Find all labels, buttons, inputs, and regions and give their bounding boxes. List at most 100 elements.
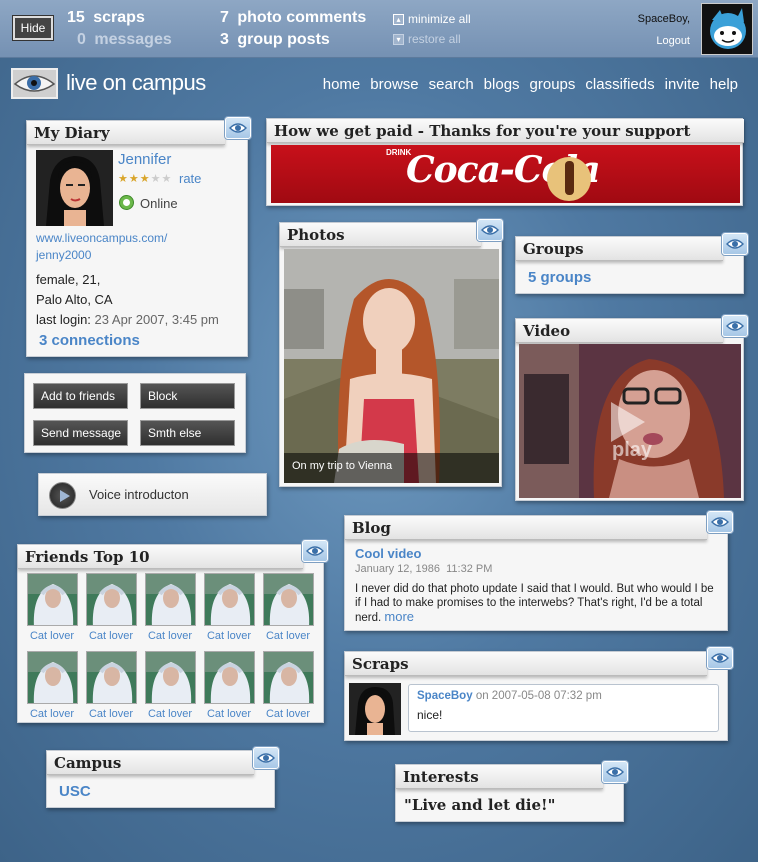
friend-thumbnail[interactable] [27, 573, 78, 626]
friend-name[interactable]: Cat lover [142, 630, 198, 642]
photo-comments-label: photo comments [237, 9, 367, 26]
minimize-all-label: minimize all [408, 12, 471, 26]
block-button[interactable]: Block [140, 383, 235, 409]
eye-icon[interactable] [302, 540, 328, 562]
profile-photo[interactable] [36, 150, 113, 226]
eye-icon[interactable] [707, 511, 733, 533]
rating-stars[interactable]: ★★★★★ [118, 172, 172, 185]
friend-name[interactable]: Cat lover [201, 708, 257, 720]
messages-label: messages [94, 31, 172, 48]
logo-text[interactable]: live on campus [66, 70, 206, 96]
profile-name[interactable]: Jennifer [118, 151, 171, 168]
panel-title: Groups [516, 237, 723, 261]
scrap-author[interactable]: SpaceBoy [417, 690, 473, 702]
eye-icon[interactable] [722, 315, 748, 337]
nav-blogs[interactable]: blogs [484, 76, 520, 93]
nav-invite[interactable]: invite [665, 76, 700, 93]
profile-info-gender-age: female, 21, [36, 272, 101, 287]
nav-classifieds[interactable]: classifieds [585, 76, 654, 93]
eye-icon[interactable] [707, 647, 733, 669]
photo-image[interactable]: On my trip to Vienna [284, 249, 499, 483]
profile-url-line2[interactable]: jenny2000 [36, 248, 91, 262]
eye-icon[interactable] [253, 747, 279, 769]
friend-thumbnail[interactable] [204, 651, 255, 704]
minimize-all-button[interactable]: ▴ minimize all [393, 12, 471, 26]
friend-thumbnail[interactable] [204, 573, 255, 626]
voice-intro-panel[interactable]: Voice introducton [38, 473, 267, 516]
play-icon[interactable] [611, 402, 645, 442]
star-empty-icon: ★ [161, 173, 173, 185]
friend-name[interactable]: Cat lover [260, 630, 316, 642]
video-player[interactable]: play [519, 344, 741, 498]
hide-button[interactable]: Hide [13, 16, 53, 40]
scraps-label: scraps [93, 9, 145, 26]
panel-title: My Diary [27, 121, 225, 145]
eye-icon[interactable] [722, 233, 748, 255]
messages-counter[interactable]: 0 messages [77, 31, 172, 49]
friend-thumbnail[interactable] [86, 573, 137, 626]
online-status-icon [119, 195, 134, 210]
group-posts-counter[interactable]: 3 group posts [220, 31, 330, 49]
group-posts-count: 3 [220, 31, 229, 48]
friend-thumbnail[interactable] [145, 573, 196, 626]
panel-title: Campus [47, 751, 254, 775]
nav-search[interactable]: search [429, 76, 474, 93]
eye-icon[interactable] [225, 117, 251, 139]
logo-eye-icon[interactable] [11, 68, 58, 99]
send-message-button[interactable]: Send message [33, 420, 128, 446]
group-posts-label: group posts [237, 31, 330, 48]
nav-browse[interactable]: browse [370, 76, 418, 93]
star-icon: ★ [118, 173, 129, 185]
friend-name[interactable]: Cat lover [260, 708, 316, 720]
scrap-meta: on 2007-05-08 07:32 pm [475, 690, 602, 702]
nav-groups[interactable]: groups [530, 76, 576, 93]
panel-title: Scraps [345, 652, 707, 676]
connections-link[interactable]: 3 connections [39, 332, 140, 349]
eye-icon[interactable] [602, 761, 628, 783]
blog-more-link[interactable]: more [384, 609, 414, 624]
last-login-value: 23 Apr 2007, 3:45 pm [94, 312, 219, 327]
friend-name[interactable]: Cat lover [142, 708, 198, 720]
campus-panel: Campus USC [46, 750, 275, 808]
campus-value[interactable]: USC [59, 783, 91, 800]
scrap-text: nice! [417, 708, 443, 722]
panel-title: Blog [345, 516, 707, 540]
restore-all-label: restore all [408, 32, 461, 46]
friends-panel: Friends Top 10 Cat lover Cat lover Cat lov… [17, 544, 324, 723]
profile-url-line1[interactable]: www.liveoncampus.com/ [36, 231, 167, 245]
online-status-text: Online [140, 196, 178, 211]
rate-link[interactable]: rate [179, 171, 201, 186]
groups-count-link[interactable]: 5 groups [528, 269, 591, 286]
friend-thumbnail[interactable] [27, 651, 78, 704]
scraps-panel: Scraps SpaceBoy on 2007-05-08 07:32 pm n… [344, 651, 728, 741]
friend-name[interactable]: Cat lover [24, 708, 80, 720]
friend-thumbnail[interactable] [263, 573, 314, 626]
friend-name[interactable]: Cat lover [83, 630, 139, 642]
photo-comments-counter[interactable]: 7 photo comments [220, 9, 366, 27]
smth-else-button[interactable]: Smth else [140, 420, 235, 446]
friend-thumbnail[interactable] [145, 651, 196, 704]
friend-name[interactable]: Cat lover [83, 708, 139, 720]
interests-panel: Interests "Live and let die!" [395, 764, 624, 822]
friend-thumbnail[interactable] [263, 651, 314, 704]
friend-thumbnail[interactable] [86, 651, 137, 704]
groups-panel: Groups 5 groups [515, 236, 744, 294]
blog-post-title[interactable]: Cool video [355, 546, 421, 561]
logout-link[interactable]: Logout [656, 35, 690, 47]
eye-icon[interactable] [477, 219, 503, 241]
add-to-friends-button[interactable]: Add to friends [33, 383, 128, 409]
nav-help[interactable]: help [710, 76, 738, 93]
play-label: play [612, 439, 653, 461]
voice-intro-label: Voice introducton [89, 487, 189, 502]
restore-all-button[interactable]: ▾ restore all [393, 32, 461, 46]
friend-name[interactable]: Cat lover [201, 630, 257, 642]
coca-cola-ad[interactable]: DRINK Coca-Cola [271, 145, 740, 203]
scrap-author-avatar[interactable] [349, 683, 401, 735]
friend-name[interactable]: Cat lover [24, 630, 80, 642]
play-icon[interactable] [49, 482, 76, 509]
top-bar: Hide 15 scraps 0 messages 7 photo commen… [0, 0, 758, 58]
scraps-counter[interactable]: 15 scraps [67, 9, 145, 27]
user-avatar[interactable] [701, 3, 753, 55]
nav-home[interactable]: home [323, 76, 361, 93]
username: SpaceBoy, [637, 13, 690, 25]
